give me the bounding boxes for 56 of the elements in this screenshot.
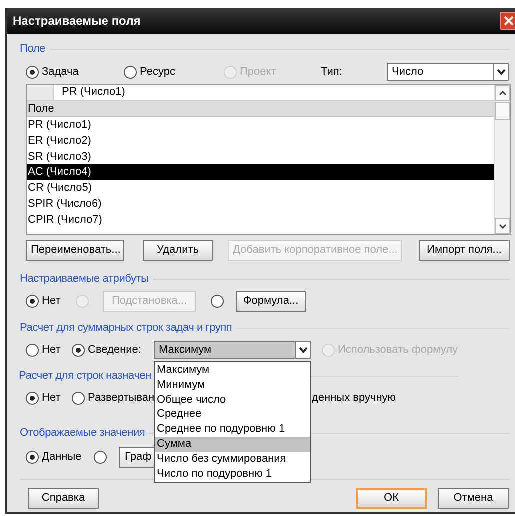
- radio-button[interactable]: [72, 344, 85, 356]
- push-button[interactable]: Переименовать...: [26, 240, 124, 261]
- dropdown-option[interactable]: Минимум: [155, 378, 310, 393]
- section-title: Расчет для суммарных строк задач и групп: [20, 320, 232, 336]
- dropdown-option[interactable]: Среднее по подуровню 1: [155, 422, 310, 437]
- section-title: Отображаемые значения: [20, 426, 146, 441]
- column-header: Поле: [27, 101, 494, 117]
- push-button[interactable]: Формула...: [236, 290, 306, 312]
- radio-button[interactable]: [26, 450, 39, 464]
- dropdown-arrow-icon[interactable]: [493, 64, 508, 80]
- radio-button[interactable]: [26, 344, 39, 356]
- section-title: Поле: [20, 42, 46, 57]
- radio-label[interactable]: Нет: [42, 292, 61, 310]
- dropdown-option[interactable]: Сумма: [155, 436, 310, 452]
- rollup-dropdown[interactable]: Максимум: [154, 341, 311, 359]
- section-title: Настраиваемые атрибуты: [20, 272, 149, 287]
- scroll-thumb[interactable]: [495, 102, 510, 120]
- radio-button[interactable]: [26, 294, 39, 308]
- radio-label[interactable]: Данные: [42, 448, 82, 466]
- field-row[interactable]: PR (Число1): [27, 117, 494, 133]
- window-title: Настраиваемые поля: [13, 13, 141, 30]
- close-icon[interactable]: [500, 12, 515, 30]
- section-title: Расчет для строк назначен: [19, 368, 152, 384]
- radio-button[interactable]: [211, 294, 224, 308]
- radio-button[interactable]: [26, 66, 39, 78]
- scrollbar[interactable]: [494, 85, 510, 234]
- field-row[interactable]: SPIR (Число6): [27, 196, 494, 212]
- option-label: денных вручную: [312, 390, 396, 406]
- radio-label[interactable]: Задача: [42, 64, 79, 80]
- field-row[interactable]: ER (Число2): [27, 132, 494, 149]
- field-row[interactable]: AC (Число4): [27, 164, 494, 180]
- push-button[interactable]: Импорт поля...: [419, 240, 510, 261]
- radio-label[interactable]: Нет: [42, 342, 61, 358]
- type-label: Тип:: [321, 64, 344, 80]
- scroll-up-icon[interactable]: [498, 90, 506, 96]
- dropdown-option[interactable]: Максимум: [155, 363, 310, 378]
- dialog-button[interactable]: ОК: [356, 488, 427, 509]
- radio-button[interactable]: [26, 392, 39, 404]
- radio-label[interactable]: Нет: [42, 390, 61, 406]
- dropdown-option[interactable]: Число по подуровню 1: [155, 466, 310, 482]
- push-button[interactable]: Удалить: [143, 240, 213, 261]
- type-dropdown[interactable]: Число: [387, 63, 509, 81]
- radio-label[interactable]: Ресурс: [140, 64, 176, 80]
- dropdown-option[interactable]: Общее число: [155, 392, 310, 408]
- radio-button[interactable]: [72, 392, 85, 404]
- radio-label[interactable]: Развертыван: [88, 390, 155, 406]
- field-row[interactable]: SR (Число3): [27, 148, 494, 164]
- radio-button[interactable]: [124, 66, 137, 78]
- dialog-button[interactable]: Справка: [28, 488, 99, 509]
- dropdown-option[interactable]: Среднее: [155, 407, 310, 422]
- radio-button[interactable]: [94, 450, 107, 464]
- dialog-button[interactable]: Отмена: [438, 488, 509, 509]
- field-row[interactable]: CPIR (Число7): [27, 212, 494, 228]
- scroll-down-icon[interactable]: [498, 224, 506, 228]
- radio-label[interactable]: Сведение:: [88, 342, 142, 358]
- field-row[interactable]: CR (Число5): [27, 180, 494, 196]
